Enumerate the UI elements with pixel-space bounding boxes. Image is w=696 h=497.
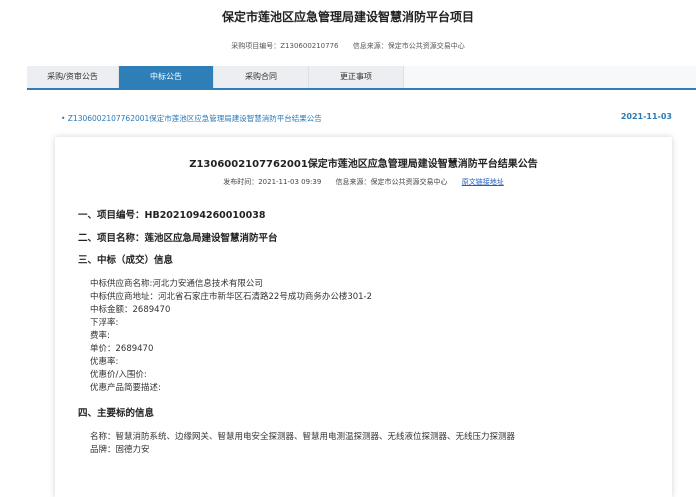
award-float-rate: 下浮率: (90, 318, 119, 328)
notice-link[interactable]: • Z1306002107762001保定市莲池区应急管理局建设智慧消防平台结果… (61, 113, 322, 124)
notice-title: Z1306002107762001保定市莲池区应急管理局建设智慧消防平台结果公告 (189, 159, 538, 170)
notice-source: 信息来源：保定市公共资源交易中心 (335, 178, 448, 186)
tab-corrections[interactable]: 更正事项 (309, 66, 404, 88)
tab-contract[interactable]: 采购合同 (214, 66, 309, 88)
original-link[interactable]: 原文链接地址 (462, 178, 504, 186)
notice-date: 2021-11-03 (620, 112, 672, 121)
award-address: 中标供应商地址：河北省石家庄市新华区石清路22号成功商务办公楼301-2 (90, 292, 373, 302)
item-names: 名称：智慧消防系统、边缘网关、智慧用电安全探测器、智慧用电测温探测器、无线液位探… (90, 432, 516, 442)
tab-award-notice[interactable]: 中标公告 (119, 66, 214, 88)
section-project-name: 二、项目名称：莲池区应急局建设智慧消防平台 (78, 233, 278, 244)
tab-procurement-notice[interactable]: 采购/资审公告 (27, 66, 119, 88)
tab-bar-filler (404, 66, 696, 88)
award-supplier: 中标供应商名称:河北力安通信息技术有限公司 (90, 279, 263, 289)
section-project-number: 一、项目编号：HB2021094260010038 (78, 210, 266, 221)
tab-bar: 采购/资审公告 中标公告 采购合同 更正事项 (27, 66, 696, 90)
publish-time: 发布时间：2021-11-03 09:39 (223, 178, 322, 186)
award-discount-desc: 优惠产品简要描述: (90, 383, 161, 393)
award-fee-rate: 费率: (90, 331, 110, 341)
award-amount: 中标金额：2689470 (90, 305, 171, 315)
section-award-info: 三、中标（成交）信息 (78, 255, 174, 266)
project-meta: 采购项目编号：Z130600210776 信息来源：保定市公共资源交易中心 (0, 41, 696, 51)
item-brand: 品牌：固德力安 (90, 445, 150, 455)
section-main-items: 四、主要标的信息 (78, 408, 155, 419)
award-discount-rate: 优惠率: (90, 357, 119, 367)
notice-detail-card: Z1306002107762001保定市莲池区应急管理局建设智慧消防平台结果公告… (55, 137, 672, 497)
info-source: 信息来源：保定市公共资源交易中心 (352, 42, 465, 50)
page-title: 保定市莲池区应急管理局建设智慧消防平台项目 (221, 10, 474, 24)
award-unit-price: 单价：2689470 (90, 344, 154, 354)
award-discount-price: 优惠价/入围价: (90, 370, 147, 380)
notice-meta: 发布时间：2021-11-03 09:39 信息来源：保定市公共资源交易中心 原… (55, 177, 672, 187)
project-number: 采购项目编号：Z130600210776 (231, 42, 339, 50)
